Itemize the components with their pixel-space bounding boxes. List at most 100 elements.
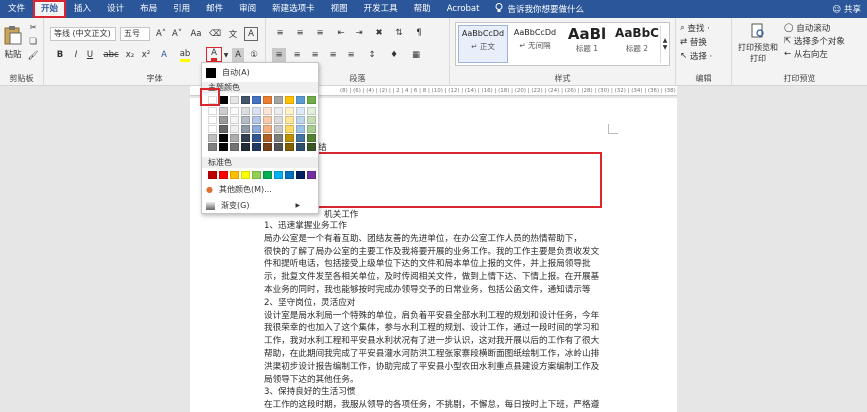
standard-color-swatch[interactable]: [307, 171, 316, 179]
theme-color-swatch[interactable]: [307, 134, 316, 142]
theme-color-swatch[interactable]: [274, 96, 283, 104]
theme-color-swatch[interactable]: [230, 125, 239, 133]
menu-review[interactable]: 审阅: [231, 0, 264, 18]
align-center-button[interactable]: ≡: [290, 48, 304, 62]
theme-color-swatch[interactable]: [285, 134, 294, 142]
theme-color-swatch[interactable]: [219, 134, 228, 142]
font-name-combo[interactable]: 等线 (中文正文): [50, 27, 116, 41]
theme-color-swatch[interactable]: [219, 107, 228, 115]
underline-button[interactable]: U: [84, 48, 96, 62]
show-marks-button[interactable]: ¶: [412, 26, 426, 40]
font-size-combo[interactable]: 五号: [120, 27, 150, 41]
theme-color-swatch[interactable]: [241, 134, 250, 142]
change-case-button[interactable]: Aa: [188, 27, 204, 41]
share-button[interactable]: ☺ 共享: [832, 3, 867, 15]
gradient-option[interactable]: 渐变(G) ▶: [206, 200, 300, 211]
theme-color-swatch[interactable]: [230, 116, 239, 124]
theme-color-swatch[interactable]: [252, 134, 261, 142]
theme-color-swatch[interactable]: [296, 143, 305, 151]
align-left-button[interactable]: ≡: [272, 48, 286, 62]
standard-color-swatch[interactable]: [285, 171, 294, 179]
theme-color-swatch[interactable]: [219, 143, 228, 151]
standard-color-swatch[interactable]: [241, 171, 250, 179]
format-painter-button[interactable]: 🖌: [26, 50, 40, 62]
grow-font-button[interactable]: A˄: [154, 27, 168, 41]
phonetic-button[interactable]: 文: [226, 27, 240, 41]
style-no-spacing[interactable]: AaBbCcDd ↵ 无间隔: [510, 25, 560, 63]
standard-color-swatch[interactable]: [208, 171, 217, 179]
line-spacing-button[interactable]: ↕: [364, 48, 380, 62]
theme-color-swatch[interactable]: [296, 96, 305, 104]
paste-button[interactable]: 粘贴: [2, 21, 24, 63]
theme-color-swatch[interactable]: [241, 125, 250, 133]
standard-color-swatch[interactable]: [296, 171, 305, 179]
copy-button[interactable]: ❏: [26, 36, 40, 48]
find-button[interactable]: ⌕ 查找 ·: [680, 22, 728, 34]
theme-color-swatch[interactable]: [274, 116, 283, 124]
justify-button[interactable]: ≡: [326, 48, 340, 62]
menu-mailings[interactable]: 邮件: [198, 0, 231, 18]
paragraph-shading-button[interactable]: ♦: [386, 48, 402, 62]
theme-color-swatch[interactable]: [208, 134, 217, 142]
cut-button[interactable]: ✂: [26, 22, 40, 34]
menu-developer[interactable]: 开发工具: [356, 0, 406, 18]
theme-color-swatch[interactable]: [296, 107, 305, 115]
multilevel-button[interactable]: ≡: [312, 26, 328, 40]
bold-button[interactable]: B: [54, 48, 66, 62]
menu-references[interactable]: 引用: [165, 0, 198, 18]
theme-color-swatch[interactable]: [252, 143, 261, 151]
standard-color-swatch[interactable]: [230, 171, 239, 179]
menu-insert[interactable]: 插入: [66, 0, 99, 18]
theme-color-swatch[interactable]: [263, 125, 272, 133]
borders-button[interactable]: ▦: [408, 48, 424, 62]
theme-color-swatch[interactable]: [252, 116, 261, 124]
menu-new-tab[interactable]: 新建选项卡: [264, 0, 323, 18]
superscript-button[interactable]: x²: [140, 48, 152, 62]
theme-color-swatch[interactable]: [307, 116, 316, 124]
menu-acrobat[interactable]: Acrobat: [439, 0, 488, 18]
distributed-button[interactable]: ≡: [344, 48, 358, 62]
theme-color-swatch[interactable]: [263, 134, 272, 142]
menu-file[interactable]: 文件: [0, 0, 33, 18]
theme-color-swatch[interactable]: [274, 107, 283, 115]
menu-help[interactable]: 帮助: [406, 0, 439, 18]
text-effects-button[interactable]: A: [158, 48, 170, 62]
standard-color-swatch[interactable]: [252, 171, 261, 179]
subscript-button[interactable]: x₂: [124, 48, 136, 62]
theme-color-swatch[interactable]: [307, 125, 316, 133]
decrease-indent-button[interactable]: ⇤: [334, 26, 348, 40]
tell-me-box[interactable]: 告诉我你想要做什么: [487, 2, 584, 16]
highlight-button[interactable]: ab: [178, 48, 192, 62]
theme-color-swatch[interactable]: [296, 134, 305, 142]
standard-color-swatch[interactable]: [219, 171, 228, 179]
menu-layout[interactable]: 布局: [132, 0, 165, 18]
theme-color-swatch[interactable]: [208, 107, 217, 115]
shrink-font-button[interactable]: A˅: [170, 27, 184, 41]
theme-color-swatch[interactable]: [263, 107, 272, 115]
theme-color-swatch[interactable]: [285, 96, 294, 104]
theme-color-swatch[interactable]: [263, 143, 272, 151]
replace-button[interactable]: ⇄ 替换: [680, 36, 728, 48]
theme-color-swatch[interactable]: [219, 116, 228, 124]
theme-color-swatch[interactable]: [274, 125, 283, 133]
theme-color-swatch[interactable]: [208, 143, 217, 151]
align-right-button[interactable]: ≡: [308, 48, 322, 62]
chinese-layout-button[interactable]: ✖: [372, 26, 386, 40]
font-color-button[interactable]: A: [206, 47, 222, 62]
more-colors-option[interactable]: ● 其他颜色(M)...: [206, 184, 272, 195]
shading-button[interactable]: A: [232, 48, 244, 62]
theme-color-swatch[interactable]: [230, 134, 239, 142]
document-body[interactable]: 1、迅速掌握业务工作 局办公室是一个有着互助、团结友善的先进单位，在办公室工作人…: [264, 220, 610, 412]
theme-color-swatch[interactable]: [230, 96, 239, 104]
theme-color-swatch[interactable]: [252, 96, 261, 104]
font-color-dropdown-arrow[interactable]: ▼: [223, 49, 229, 61]
select-button[interactable]: ↖ 选择 ·: [680, 50, 728, 62]
auto-color-option[interactable]: 自动(A): [206, 67, 250, 78]
menu-view[interactable]: 视图: [323, 0, 356, 18]
theme-color-swatch[interactable]: [230, 107, 239, 115]
theme-color-swatch[interactable]: [307, 143, 316, 151]
strikethrough-button[interactable]: abc: [102, 48, 120, 62]
menu-home[interactable]: 开始: [33, 0, 67, 18]
standard-color-swatch[interactable]: [274, 171, 283, 179]
standard-color-swatch[interactable]: [263, 171, 272, 179]
